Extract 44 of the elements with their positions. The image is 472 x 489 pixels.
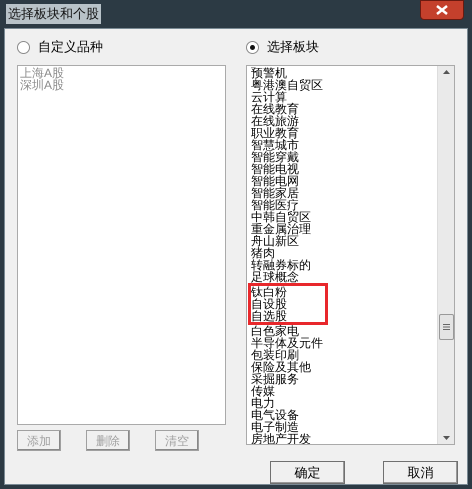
scrollbar[interactable]	[437, 66, 454, 444]
list-item[interactable]: 智慧城市	[251, 139, 299, 151]
grip-icon	[442, 324, 450, 330]
list-item[interactable]: 职业教育	[251, 127, 299, 139]
scroll-thumb[interactable]	[438, 314, 454, 340]
dialog-button[interactable]: 取消	[383, 461, 458, 484]
list-item[interactable]: 自设股	[251, 298, 287, 310]
list-item[interactable]: 在线旅游	[251, 115, 299, 127]
radio-option[interactable]: 自定义品种	[17, 39, 226, 55]
list-item[interactable]: 电力	[251, 397, 275, 409]
list-item[interactable]: 白色家电	[251, 325, 299, 337]
list-item[interactable]: 猪肉	[251, 247, 275, 259]
radio-button[interactable]	[246, 40, 259, 54]
list-item[interactable]: 采掘服务	[251, 373, 299, 385]
list-item[interactable]: 传媒	[251, 385, 275, 397]
close-button[interactable]	[420, 0, 464, 20]
close-icon	[436, 5, 448, 15]
radio-option[interactable]: 选择板块	[246, 39, 455, 55]
list-item[interactable]: 钛白粉	[251, 286, 287, 298]
scroll-down-icon[interactable]	[442, 436, 450, 440]
list-item[interactable]: 智能电网	[251, 175, 299, 187]
list-item[interactable]: 电子制造	[251, 421, 299, 433]
window-title: 选择板块和个股	[6, 4, 101, 24]
list-item[interactable]: 预警机	[251, 67, 287, 79]
scroll-up-icon[interactable]	[442, 70, 450, 74]
list-item[interactable]: 舟山新区	[251, 235, 299, 247]
radio-button[interactable]	[17, 40, 30, 54]
list-item[interactable]: 保险及其他	[251, 361, 311, 373]
list-item[interactable]: 中韩自贸区	[251, 211, 311, 223]
list-item[interactable]: 智能电视	[251, 163, 299, 175]
list-item[interactable]: 在线教育	[251, 103, 299, 115]
list-item[interactable]: 重金属治理	[251, 223, 311, 235]
list-item[interactable]: 智能医疗	[251, 199, 299, 211]
list-item[interactable]: 云计算	[251, 91, 287, 103]
list-item[interactable]: 粤港澳自贸区	[251, 79, 323, 91]
list-item[interactable]: 转融券标的	[251, 259, 311, 271]
dialog-button[interactable]: 确定	[270, 461, 345, 484]
list-item[interactable]: 智能穿戴	[251, 151, 299, 163]
list-item[interactable]: 半导体及元件	[251, 337, 323, 349]
list-item[interactable]: 足球概念	[251, 271, 299, 283]
list-item[interactable]: 电气设备	[251, 409, 299, 421]
list-item[interactable]: 包装印刷	[251, 349, 299, 361]
list-item[interactable]: 自选股	[251, 310, 287, 322]
list-item[interactable]: 智能家居	[251, 187, 299, 199]
